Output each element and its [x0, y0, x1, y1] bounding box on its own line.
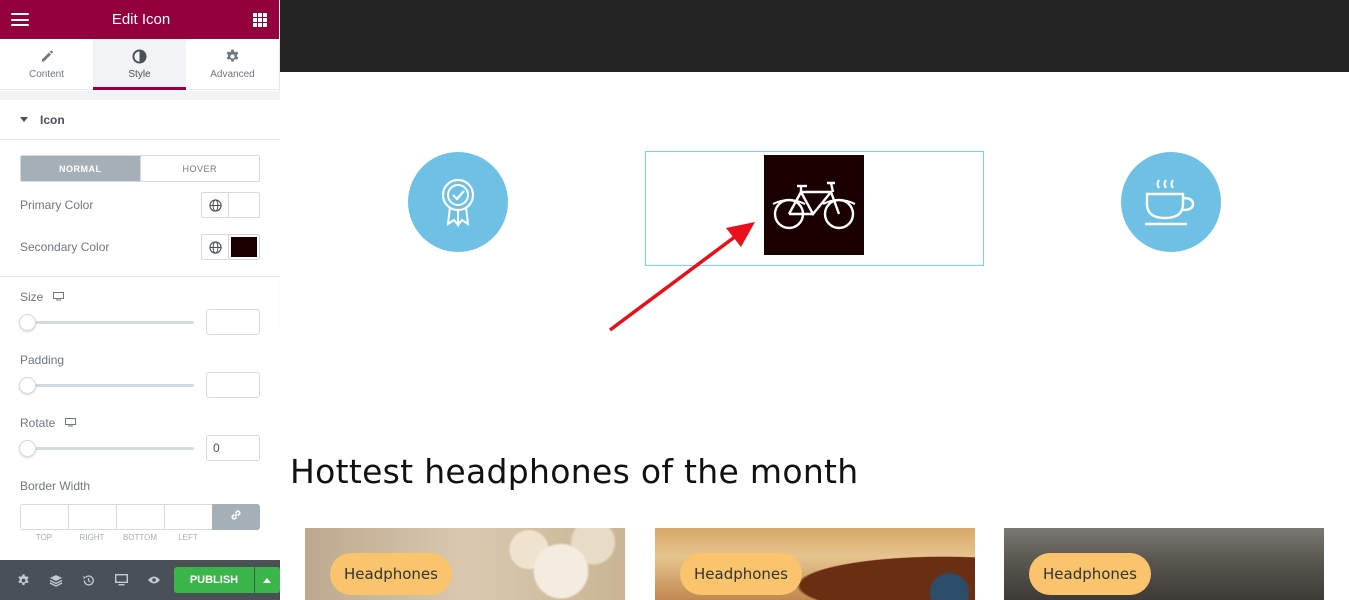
preview-eye-icon[interactable] — [137, 560, 170, 600]
caret-up-icon — [263, 577, 272, 583]
slider-handle[interactable] — [19, 314, 36, 331]
section-heading: Hottest headphones of the month — [290, 452, 859, 491]
desktop-monitor-icon[interactable] — [65, 416, 77, 430]
bicycle-icon[interactable] — [764, 155, 864, 255]
primary-color-picker — [201, 192, 260, 218]
responsive-mode-icon[interactable] — [105, 560, 138, 600]
rotate-input[interactable]: 0 — [206, 435, 260, 461]
tab-style[interactable]: Style — [93, 39, 186, 90]
secondary-color-swatch[interactable] — [231, 237, 257, 257]
link-values-button[interactable] — [212, 504, 260, 530]
publish-button[interactable]: PUBLISH — [173, 567, 254, 593]
global-colors-icon[interactable] — [202, 193, 229, 217]
tab-advanced[interactable]: Advanced — [186, 39, 279, 89]
widgets-grid-icon[interactable] — [253, 12, 267, 27]
border-width-label-line: Border Width — [0, 476, 280, 496]
editor-panel: Edit Icon Content Style Advanced Icon NO… — [0, 0, 280, 600]
tab-style-label: Style — [128, 69, 151, 80]
global-colors-icon[interactable] — [202, 235, 229, 259]
contrast-icon — [132, 48, 147, 64]
panel-controls: Icon NORMAL HOVER Primary Color Secondar… — [0, 91, 280, 560]
secondary-color-label: Secondary Color — [20, 240, 110, 254]
side-label-right: RIGHT — [79, 533, 105, 542]
hamburger-menu-icon[interactable] — [11, 13, 29, 26]
size-label-line: Size — [0, 287, 280, 307]
publish-options-button[interactable] — [254, 567, 280, 593]
caret-down-icon — [20, 117, 28, 122]
publish-group: PUBLISH — [173, 567, 280, 593]
category-tag[interactable]: Headphones — [330, 553, 452, 595]
tab-normal[interactable]: NORMAL — [21, 156, 140, 181]
border-bottom-input[interactable] — [116, 504, 164, 530]
category-tag[interactable]: Headphones — [680, 553, 802, 595]
border-top-input[interactable] — [20, 504, 68, 530]
border-width-label: Border Width — [20, 479, 91, 493]
rotate-label: Rotate — [20, 416, 56, 430]
badge-award-icon[interactable] — [408, 152, 508, 252]
panel-title: Edit Icon — [111, 11, 171, 28]
size-label: Size — [20, 290, 44, 304]
size-slider[interactable] — [19, 314, 194, 331]
navigator-layers-icon[interactable] — [40, 560, 73, 600]
panel-tabs: Content Style Advanced — [0, 39, 279, 90]
section-spacer — [0, 91, 280, 100]
link-icon — [230, 508, 242, 526]
padding-control — [0, 370, 280, 400]
rotate-control: 0 — [0, 433, 280, 463]
size-input[interactable] — [206, 309, 260, 335]
slider-handle[interactable] — [19, 377, 36, 394]
tab-content[interactable]: Content — [0, 39, 93, 89]
desktop-monitor-icon[interactable] — [53, 290, 65, 304]
product-card-2[interactable]: Headphones — [655, 528, 975, 600]
history-icon[interactable] — [72, 560, 105, 600]
settings-gear-icon[interactable] — [7, 560, 40, 600]
coffee-cup-icon[interactable] — [1121, 152, 1221, 252]
border-left-input[interactable] — [164, 504, 212, 530]
pencil-icon — [40, 48, 54, 64]
tab-content-label: Content — [28, 69, 65, 80]
border-right-input[interactable] — [68, 504, 116, 530]
state-toggle: NORMAL HOVER — [20, 155, 260, 182]
section-title: Icon — [40, 112, 65, 127]
secondary-color-control: Secondary Color — [0, 226, 280, 268]
preview-canvas: Hottest headphones of the month Headphon… — [280, 0, 1349, 600]
side-label-top: TOP — [35, 533, 53, 542]
size-control — [0, 307, 280, 337]
border-width-side-labels: TOP RIGHT BOTTOM LEFT — [20, 533, 260, 542]
category-tag[interactable]: Headphones — [1029, 553, 1151, 595]
padding-input[interactable] — [206, 372, 260, 398]
padding-label: Padding — [20, 353, 65, 367]
section-icon-header[interactable]: Icon — [0, 100, 280, 140]
secondary-color-picker — [201, 234, 260, 260]
elementor-editor: Edit Icon Content Style Advanced Icon NO… — [0, 0, 1349, 600]
primary-color-swatch[interactable] — [231, 195, 257, 215]
padding-slider[interactable] — [19, 377, 194, 394]
primary-color-control: Primary Color — [0, 184, 280, 226]
product-card-1[interactable]: Headphones — [305, 528, 625, 600]
gear-icon — [225, 48, 240, 64]
rotate-slider[interactable] — [19, 440, 194, 457]
slider-handle[interactable] — [19, 440, 36, 457]
primary-color-label: Primary Color — [20, 198, 94, 212]
tab-hover[interactable]: HOVER — [139, 156, 259, 181]
tab-advanced-label: Advanced — [210, 69, 255, 80]
product-card-3[interactable]: Headphones — [1004, 528, 1324, 600]
site-header-bar — [280, 0, 1349, 72]
divider — [0, 276, 280, 277]
rotate-label-line: Rotate — [0, 413, 280, 433]
border-width-inputs — [20, 504, 260, 530]
panel-footer: PUBLISH — [0, 560, 280, 600]
side-label-left: LEFT — [178, 533, 198, 542]
side-label-bottom: BOTTOM — [122, 533, 158, 542]
panel-header: Edit Icon — [0, 0, 279, 39]
annotation-arrow — [608, 222, 755, 332]
padding-label-line: Padding — [0, 350, 280, 370]
